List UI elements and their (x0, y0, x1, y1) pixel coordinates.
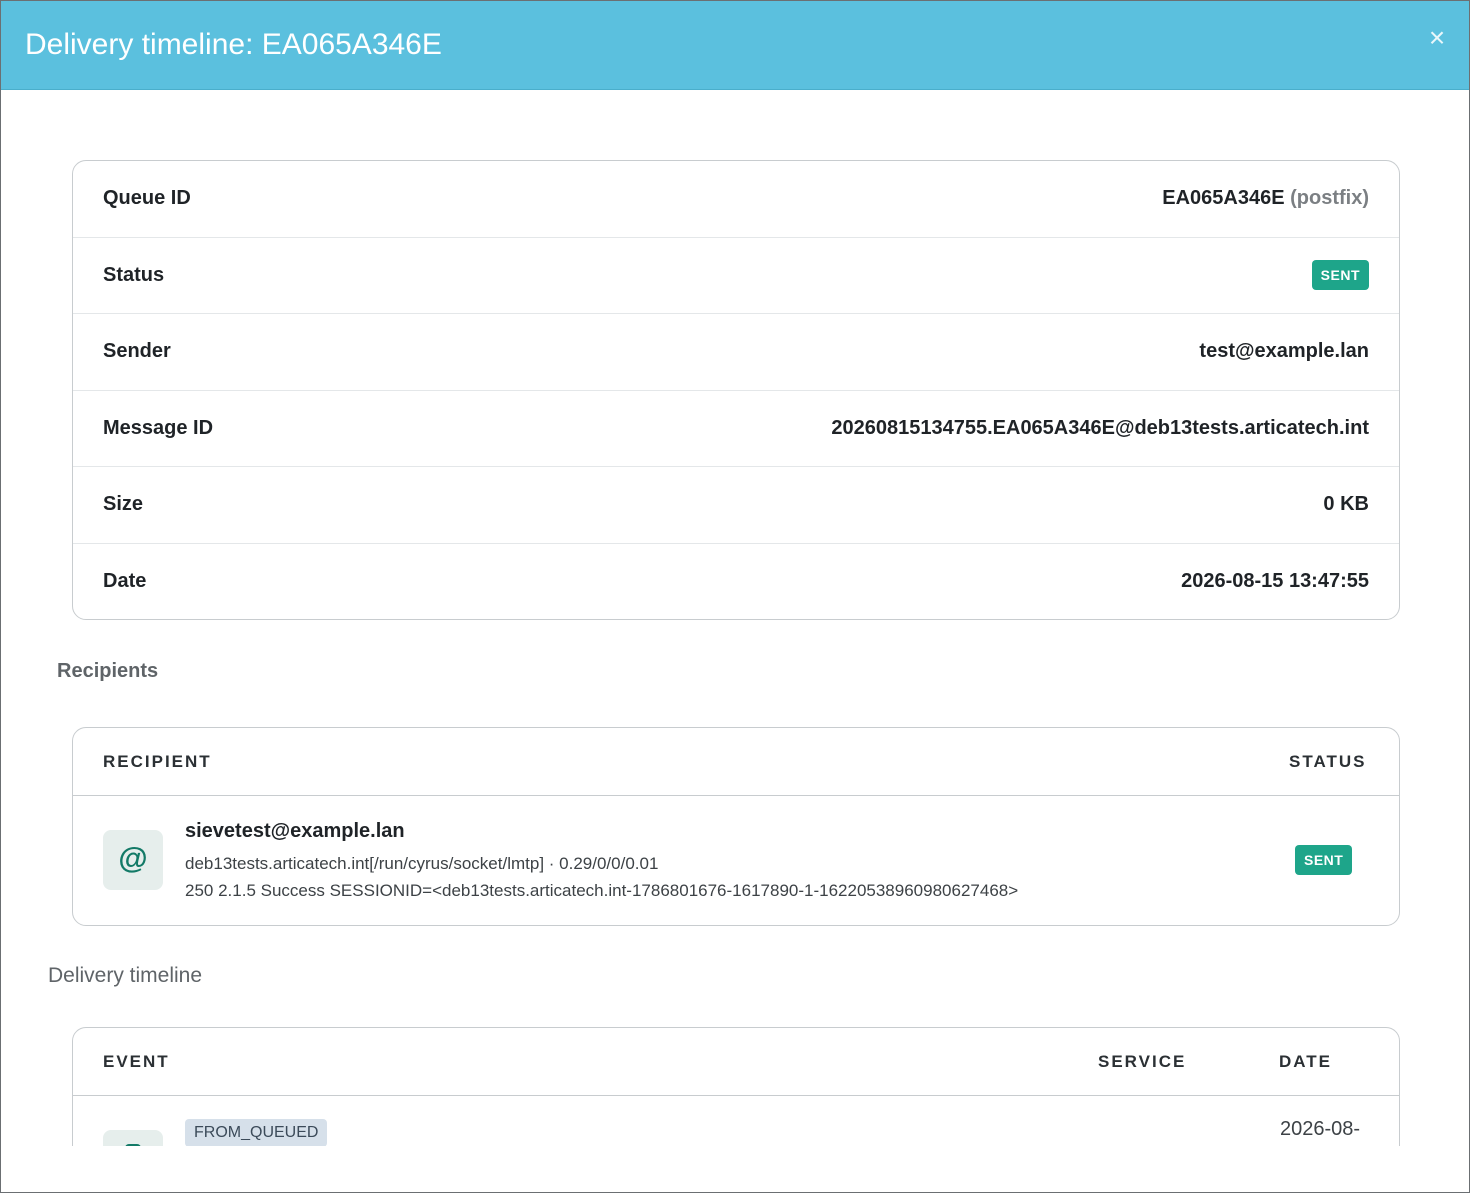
column-event: EVENT (103, 1052, 170, 1071)
status-label: Status (103, 263, 165, 286)
table-row: FROM_QUEUED 2026-08- (73, 1096, 1399, 1146)
queue-service: (postfix) (1290, 187, 1369, 210)
message-id-value: 20260815134755.EA065A346E@deb13tests.art… (831, 416, 1369, 439)
message-info-card: Queue ID EA065A346E (postfix) Status SEN… (72, 160, 1400, 620)
at-icon: @ (103, 830, 163, 890)
info-row-queue-id: Queue ID EA065A346E (postfix) (73, 161, 1399, 238)
recipient-status-badge: SENT (1295, 845, 1353, 875)
recipient-email: sievetest@example.lan (185, 820, 405, 842)
sender-value: test@example.lan (1199, 340, 1369, 363)
timeline-table-header: EVENT SERVICE DATE (73, 1028, 1399, 1096)
message-id-label: Message ID (103, 416, 214, 439)
queue-id: EA065A346E (1162, 187, 1285, 210)
column-service: SERVICE (1098, 1052, 1187, 1071)
info-row-sender: Sender test@example.lan (73, 314, 1399, 391)
info-row-size: Size 0 KB (73, 467, 1399, 544)
info-row-status: Status SENT (73, 238, 1399, 314)
column-date: DATE (1279, 1052, 1333, 1071)
event-date: 2026-08- (1280, 1118, 1361, 1140)
queue-icon-glyph (125, 1144, 141, 1146)
status-badge: SENT (1311, 260, 1369, 291)
sender-label: Sender (103, 340, 171, 363)
recipients-table-header: RECIPIENT STATUS (73, 728, 1399, 796)
close-icon[interactable]: × (1425, 23, 1449, 53)
modal-title: Delivery timeline: EA065A346E (25, 28, 442, 61)
date-value: 2026-08-15 13:47:55 (1181, 570, 1369, 593)
info-row-date: Date 2026-08-15 13:47:55 (73, 544, 1399, 620)
recipient-response: 250 2.1.5 Success SESSIONID=<deb13tests.… (185, 881, 1019, 900)
recipients-heading: Recipients (57, 660, 159, 682)
recipients-table: RECIPIENT STATUS @ sievetest@example.lan… (72, 727, 1400, 926)
size-label: Size (103, 493, 144, 516)
queue-id-label: Queue ID (103, 187, 191, 210)
info-row-message-id: Message ID 20260815134755.EA065A346E@deb… (73, 391, 1399, 467)
timeline-table: EVENT SERVICE DATE FROM_QUEUED 2026-08- (72, 1027, 1400, 1146)
status-value: SENT (1311, 260, 1369, 291)
timeline-heading: Delivery timeline (48, 964, 203, 987)
table-row: @ sievetest@example.lan deb13tests.artic… (73, 796, 1399, 925)
date-label: Date (103, 570, 147, 593)
size-value: 0 KB (1323, 493, 1369, 516)
queue-icon (103, 1130, 163, 1146)
delivery-timeline-modal: Delivery timeline: EA065A346E × Queue ID… (0, 0, 1470, 1193)
column-status: STATUS (1289, 752, 1367, 771)
event-tag: FROM_QUEUED (185, 1119, 328, 1146)
modal-body: Queue ID EA065A346E (postfix) Status SEN… (1, 90, 1469, 1146)
column-recipient: RECIPIENT (103, 752, 212, 771)
modal-header: Delivery timeline: EA065A346E × (1, 1, 1469, 90)
recipient-relay: deb13tests.articatech.int[/run/cyrus/soc… (185, 854, 659, 873)
queue-id-value: EA065A346E (postfix) (1162, 187, 1369, 210)
